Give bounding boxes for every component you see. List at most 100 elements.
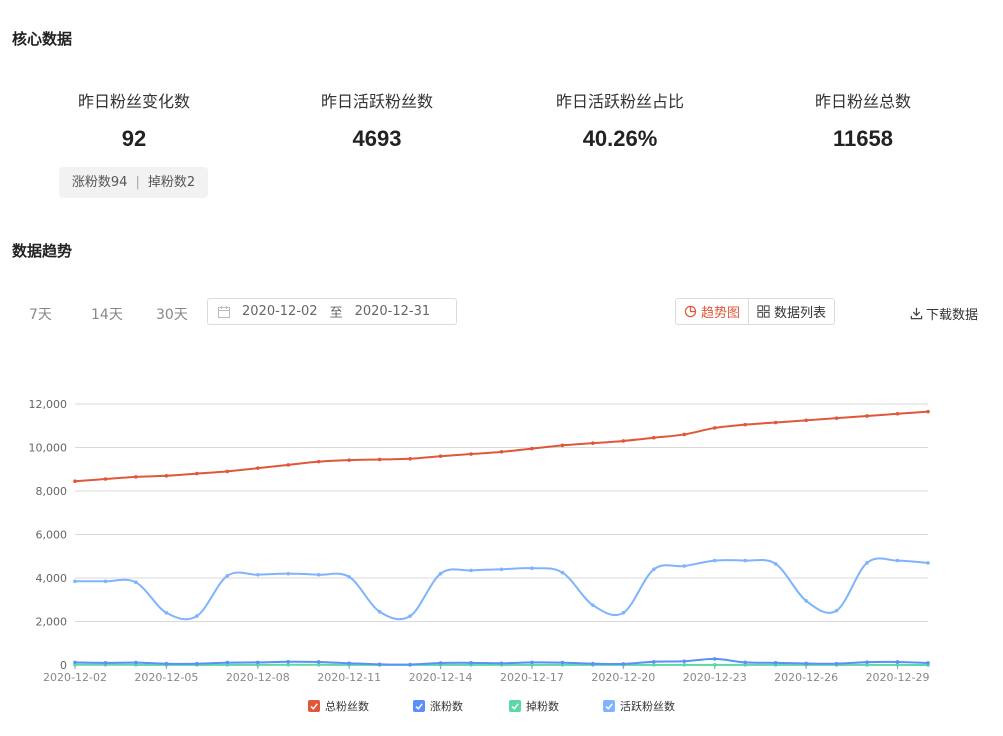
y-tick-label: 10,000 <box>29 442 68 455</box>
gain-count: 涨粉数94 <box>71 175 128 190</box>
series-line-0 <box>74 410 929 483</box>
kpi-active-fans: 昨日活跃粉丝数 4693 <box>257 88 497 152</box>
data-point <box>316 459 321 464</box>
kpi-label: 昨日活跃粉丝数 <box>320 92 433 111</box>
x-tick-label: 2020-12-11 <box>317 671 381 684</box>
data-point <box>682 564 687 568</box>
range-30d-button[interactable]: 30天 <box>156 304 188 324</box>
data-point <box>560 443 565 448</box>
data-point <box>499 450 504 454</box>
data-point <box>195 471 199 476</box>
data-point <box>103 477 108 481</box>
kpi-fan-change: 昨日粉丝变化数 92 <box>14 88 254 152</box>
legend-swatch <box>308 700 320 712</box>
data-point <box>621 611 626 615</box>
data-point <box>164 473 169 478</box>
kpi-active-ratio: 昨日活跃粉丝占比 40.26% <box>500 88 740 152</box>
table-view-label: 数据列表 <box>774 306 827 321</box>
date-start[interactable]: 2020-12-02 <box>242 304 318 319</box>
data-point <box>225 469 230 474</box>
data-point <box>804 661 808 666</box>
data-point <box>682 432 687 437</box>
data-point <box>652 659 656 664</box>
data-point <box>865 560 869 565</box>
data-point <box>834 416 839 420</box>
data-point <box>408 662 412 667</box>
date-range-picker[interactable]: 2020-12-02 至 2020-12-31 <box>207 298 457 325</box>
data-point <box>225 574 230 578</box>
legend-label: 掉粉数 <box>526 699 559 713</box>
x-tick-label: 2020-12-26 <box>774 671 838 684</box>
data-point <box>591 441 595 445</box>
y-tick-label: 8,000 <box>36 485 68 498</box>
trend-view-label: 趋势图 <box>701 306 741 321</box>
data-point <box>682 663 687 667</box>
data-point <box>530 566 534 571</box>
y-tick-label: 2,000 <box>36 616 68 629</box>
data-point <box>255 466 260 470</box>
trend-chart: 02,0004,0006,0008,00010,00012,0002020-12… <box>29 398 930 713</box>
data-point <box>347 458 351 462</box>
data-point <box>712 663 717 667</box>
data-point <box>591 661 595 666</box>
data-point <box>164 661 169 666</box>
data-point <box>347 661 351 666</box>
data-point <box>134 660 138 665</box>
fan-change-tooltip: 涨粉数94 | 掉粉数2 <box>59 167 208 198</box>
data-point <box>865 660 869 664</box>
x-tick-label: 2020-12-23 <box>683 671 747 684</box>
data-point <box>530 446 534 451</box>
x-tick-label: 2020-12-14 <box>409 671 473 684</box>
data-point <box>773 562 778 566</box>
legend-label: 涨粉数 <box>430 700 463 713</box>
data-point <box>469 452 473 456</box>
date-end[interactable]: 2020-12-31 <box>355 304 431 319</box>
data-point <box>316 572 321 577</box>
trend-view-button[interactable]: 趋势图 <box>676 299 750 324</box>
data-point <box>804 599 808 603</box>
y-tick-label: 6,000 <box>36 529 68 542</box>
data-point <box>530 660 534 665</box>
data-point <box>438 661 443 665</box>
data-point <box>773 661 778 665</box>
data-point <box>347 575 351 579</box>
data-point <box>560 660 565 665</box>
data-point <box>743 558 748 563</box>
data-point <box>377 609 382 614</box>
data-point <box>743 660 748 665</box>
legend-swatch <box>603 700 615 712</box>
y-tick-label: 12,000 <box>29 398 68 411</box>
kpi-value: 92 <box>121 126 147 151</box>
legend-swatch <box>413 700 425 712</box>
data-point <box>560 570 565 575</box>
data-point <box>195 614 199 618</box>
data-point <box>621 662 626 666</box>
data-point <box>225 660 230 665</box>
x-tick-label: 2020-12-17 <box>500 671 564 684</box>
section-title-core: 核心数据 <box>12 30 73 48</box>
kpi-value: 40.26% <box>582 126 658 151</box>
data-point <box>103 661 108 665</box>
grid-icon <box>757 305 770 318</box>
range-7d-button[interactable]: 7天 <box>29 304 52 324</box>
data-point <box>499 567 504 572</box>
data-point <box>926 561 930 565</box>
kpi-label: 昨日粉丝变化数 <box>77 92 190 111</box>
data-point <box>469 661 473 665</box>
data-point <box>895 558 900 563</box>
data-point <box>712 426 717 430</box>
x-tick-label: 2020-12-02 <box>43 671 107 684</box>
data-point <box>895 660 900 664</box>
section-title-trend: 数据趋势 <box>12 242 73 260</box>
y-tick-label: 4,000 <box>36 572 68 585</box>
data-point <box>926 409 930 414</box>
view-toggle: 趋势图 数据列表 <box>675 298 836 325</box>
data-point <box>834 661 839 666</box>
download-icon <box>910 307 923 320</box>
download-button[interactable]: 下载数据 <box>910 304 978 323</box>
data-point <box>408 457 412 461</box>
range-14d-button[interactable]: 14天 <box>91 304 123 324</box>
data-point <box>469 568 473 573</box>
table-view-button[interactable]: 数据列表 <box>749 299 834 324</box>
data-point <box>164 611 169 615</box>
